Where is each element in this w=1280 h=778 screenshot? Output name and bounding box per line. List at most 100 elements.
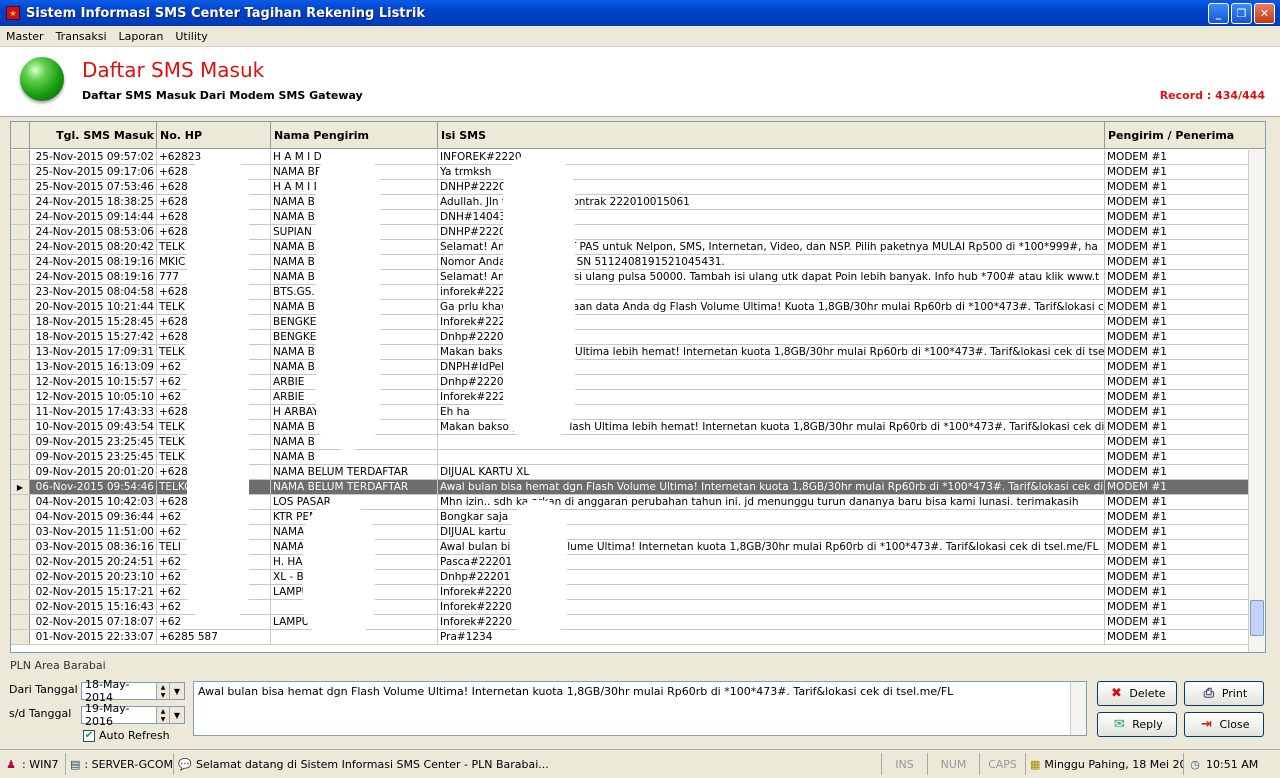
row-indicator[interactable]	[11, 240, 30, 254]
grid-scrollbar[interactable]	[1248, 150, 1265, 652]
reply-icon: ✉	[1113, 717, 1125, 732]
delete-button[interactable]: ✖ Delete	[1097, 681, 1177, 706]
indicator-header	[11, 122, 30, 149]
reply-button[interactable]: ✉ Reply	[1097, 712, 1177, 737]
row-indicator[interactable]	[11, 285, 30, 299]
col-isi-header[interactable]: Isi SMS	[438, 122, 1105, 149]
row-indicator[interactable]	[11, 465, 30, 479]
cell-pengirim: MODEM #1	[1105, 480, 1249, 494]
row-indicator[interactable]	[11, 255, 30, 269]
redaction-mask	[316, 150, 380, 450]
row-indicator[interactable]	[11, 360, 30, 374]
menu-bar: Master Transaksi Laporan Utility	[0, 26, 1280, 47]
row-pointer-icon[interactable]: ▶	[11, 480, 30, 494]
check-icon[interactable]: ✔	[83, 729, 95, 742]
minimize-button[interactable]: _	[1208, 2, 1229, 24]
status-time-text: 10:51 AM	[1206, 757, 1259, 771]
cell-tgl: 09-Nov-2015 20:01:20	[30, 465, 157, 479]
row-indicator[interactable]	[11, 510, 30, 524]
cell-pengirim: MODEM #1	[1105, 435, 1249, 449]
row-indicator[interactable]	[11, 405, 30, 419]
row-indicator[interactable]	[11, 600, 30, 614]
sd-tanggal-picker[interactable]: 19-May-2016 ▲ ▼ ▼	[81, 702, 185, 728]
cell-pengirim: MODEM #1	[1105, 225, 1249, 239]
row-indicator[interactable]	[11, 390, 30, 404]
dari-spinner[interactable]: ▲ ▼	[156, 683, 169, 699]
status-user-text: : WIN7	[22, 757, 59, 771]
sms-grid[interactable]: Tgl. SMS Masuk No. HP Nama Pengirim Isi …	[10, 121, 1266, 653]
cell-pengirim: MODEM #1	[1105, 390, 1249, 404]
server-icon: ▤	[70, 757, 81, 771]
row-indicator[interactable]	[11, 345, 30, 359]
cell-pengirim: MODEM #1	[1105, 165, 1249, 179]
table-row[interactable]: 01-Nov-2015 22:33:07 +6285 587 Pra#1234 MOD…	[11, 630, 1249, 645]
col-tgl-header[interactable]: Tgl. SMS Masuk	[30, 122, 157, 149]
cell-pengirim: MODEM #1	[1105, 285, 1249, 299]
row-indicator[interactable]	[11, 615, 30, 629]
table-row[interactable]: 02-Nov-2015 07:18:07+62LAMPU O AGUNGInfo…	[11, 615, 1249, 630]
row-indicator[interactable]	[11, 270, 30, 284]
row-indicator[interactable]	[11, 165, 30, 179]
row-indicator[interactable]	[11, 375, 30, 389]
col-hp-header[interactable]: No. HP	[157, 122, 271, 149]
cell-pengirim: MODEM #1	[1105, 600, 1249, 614]
menu-laporan[interactable]: Laporan	[113, 30, 170, 43]
status-user: ♟ : WIN7	[0, 753, 66, 775]
row-indicator[interactable]	[11, 195, 30, 209]
chevron-down-icon[interactable]: ▼	[169, 683, 184, 699]
cell-pengirim: MODEM #1	[1105, 585, 1249, 599]
cell-pengirim: MODEM #1	[1105, 615, 1249, 629]
cell-tgl: 24-Nov-2015 18:38:25	[30, 195, 157, 209]
cell-tgl: 01-Nov-2015 22:33:07	[30, 630, 157, 644]
redaction-mask	[303, 502, 375, 642]
close-window-button[interactable]: ✕	[1254, 2, 1275, 24]
cell-tgl: 24-Nov-2015 08:53:06	[30, 225, 157, 239]
row-indicator[interactable]	[11, 570, 30, 584]
row-indicator[interactable]	[11, 435, 30, 449]
cell-pengirim: MODEM #1	[1105, 510, 1249, 524]
col-nama-header[interactable]: Nama Pengirim	[271, 122, 438, 149]
auto-refresh-checkbox[interactable]: ✔ Auto Refresh	[83, 729, 170, 742]
row-indicator[interactable]	[11, 150, 30, 164]
print-button[interactable]: ⎙ Print	[1184, 681, 1264, 706]
restore-button[interactable]: ❐	[1231, 2, 1252, 24]
row-indicator[interactable]	[11, 555, 30, 569]
delete-icon: ✖	[1110, 686, 1122, 701]
cell-pengirim: MODEM #1	[1105, 330, 1249, 344]
status-date-text: Minggu Pahing, 18 Mei 2014	[1044, 757, 1183, 771]
status-date: ▦ Minggu Pahing, 18 Mei 2014	[1026, 753, 1184, 775]
scroll-thumb[interactable]	[1250, 600, 1264, 636]
row-indicator[interactable]	[11, 330, 30, 344]
close-button[interactable]: ⇥ Close	[1184, 712, 1264, 737]
cell-pengirim: MODEM #1	[1105, 375, 1249, 389]
row-indicator[interactable]	[11, 450, 30, 464]
row-indicator[interactable]	[11, 210, 30, 224]
chevron-down-icon[interactable]: ▼	[169, 707, 184, 723]
page-header: Daftar SMS Masuk Daftar SMS Masuk Dari M…	[0, 47, 1280, 117]
row-indicator[interactable]	[11, 225, 30, 239]
menu-transaksi[interactable]: Transaksi	[50, 30, 113, 43]
message-text: Awal bulan bisa hemat dgn Flash Volume U…	[198, 685, 954, 698]
message-textarea[interactable]: Awal bulan bisa hemat dgn Flash Volume U…	[193, 681, 1087, 736]
row-indicator[interactable]	[11, 180, 30, 194]
cell-pengirim: MODEM #1	[1105, 210, 1249, 224]
menu-master[interactable]: Master	[0, 30, 50, 43]
cell-tgl: 02-Nov-2015 15:16:43	[30, 600, 157, 614]
row-indicator[interactable]	[11, 630, 30, 644]
row-indicator[interactable]	[11, 525, 30, 539]
app-icon: ★	[6, 6, 20, 20]
row-indicator[interactable]	[11, 540, 30, 554]
col-pengirim-header[interactable]: Pengirim / Penerima	[1105, 122, 1265, 149]
dari-tanggal-picker[interactable]: 18-May-2014 ▲ ▼ ▼	[81, 678, 185, 704]
row-indicator[interactable]	[11, 300, 30, 314]
globe-icon	[20, 57, 64, 101]
row-indicator[interactable]	[11, 315, 30, 329]
menu-utility[interactable]: Utility	[169, 30, 213, 43]
row-indicator[interactable]	[11, 495, 30, 509]
row-indicator[interactable]	[11, 585, 30, 599]
row-indicator[interactable]	[11, 420, 30, 434]
close-label: Close	[1219, 718, 1250, 731]
message-scrollbar[interactable]	[1070, 682, 1086, 735]
cell-pengirim: MODEM #1	[1105, 150, 1249, 164]
sd-spinner[interactable]: ▲ ▼	[156, 707, 169, 723]
